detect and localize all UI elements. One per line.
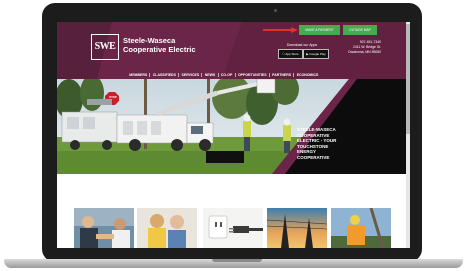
address-line2: Owatonna, MN 55060: [348, 50, 381, 54]
nav-item-classifieds[interactable]: CLASSIFIEDS: [150, 72, 180, 77]
google-play-label: Google Play: [309, 52, 326, 56]
hero-caption-line: COOPERATIVE: [297, 154, 330, 160]
thumbnail-handshake[interactable]: [74, 208, 134, 248]
family-photo-icon: [137, 208, 197, 248]
webcam-icon: [274, 9, 277, 12]
hero-caption: STEELE-WASECA COOPERATIVE ELECTRIC - YOUR T…: [297, 127, 357, 160]
lineworker-photo-icon: [331, 208, 391, 248]
app-store-badge[interactable]:  App Store: [278, 49, 303, 59]
thumbnail-family[interactable]: [137, 208, 197, 248]
power-lines-sunset-photo-icon: [267, 208, 327, 248]
google-play-badge[interactable]: ▶ Google Play: [303, 49, 329, 59]
site-name-line2: Cooperative Electric: [123, 45, 196, 54]
nav-item-services[interactable]: SERVICES: [179, 72, 203, 77]
outage-map-button[interactable]: OUTAGE MAP: [343, 25, 377, 35]
nav-item-members[interactable]: MEMBERS: [127, 72, 151, 77]
nav-item-news[interactable]: NEWS: [202, 72, 219, 77]
page-scrollbar[interactable]: [406, 22, 410, 248]
outlet-plug-photo-icon: [203, 208, 263, 248]
scrollbar-thumb[interactable]: [406, 24, 410, 134]
nav-items: MEMBERS CLASSIFIEDS SERVICES NEWS CO-OP OPPOR…: [127, 70, 321, 79]
thumbnail-power-lines[interactable]: [267, 208, 327, 248]
site-header: SWE Steele-Waseca Cooperative Electric M…: [57, 22, 406, 79]
nav-item-economics[interactable]: ECONOMICS: [294, 73, 320, 77]
site-logo[interactable]: SWE: [91, 34, 119, 60]
nav-item-partners[interactable]: PARTNERS: [270, 72, 295, 77]
contact-info: 507-451-7340 2411 W. Bridge St. Owatonna…: [341, 40, 381, 55]
nav-item-co-op[interactable]: CO-OP: [219, 72, 236, 77]
red-arrow-annotation: [263, 27, 298, 33]
thumbnail-outlet[interactable]: [203, 208, 263, 248]
hero-banner: STOP STEELE-WASECA COOPERATIVE ELECTRIC - …: [57, 79, 406, 174]
site-name[interactable]: Steele-Waseca Cooperative Electric: [123, 36, 196, 54]
make-payment-button[interactable]: MAKE A PAYMENT: [299, 25, 340, 35]
main-nav: MEMBERS CLASSIFIEDS SERVICES NEWS CO-OP OPPOR…: [57, 70, 406, 79]
stop-sign-label: STOP: [109, 95, 117, 99]
app-store-label: App Store: [283, 52, 298, 56]
laptop-notch: [212, 259, 262, 262]
handshake-photo-icon: [74, 208, 134, 248]
browser-viewport: SWE Steele-Waseca Cooperative Electric M…: [57, 22, 410, 248]
laptop-base: [4, 259, 463, 268]
nav-item-opportunities[interactable]: OPPORTUNITIES: [236, 72, 270, 77]
thumbnail-lineworker[interactable]: [331, 208, 391, 248]
download-apps-label: Download our Apps: [286, 43, 318, 47]
site-name-line1: Steele-Waseca: [123, 36, 176, 45]
